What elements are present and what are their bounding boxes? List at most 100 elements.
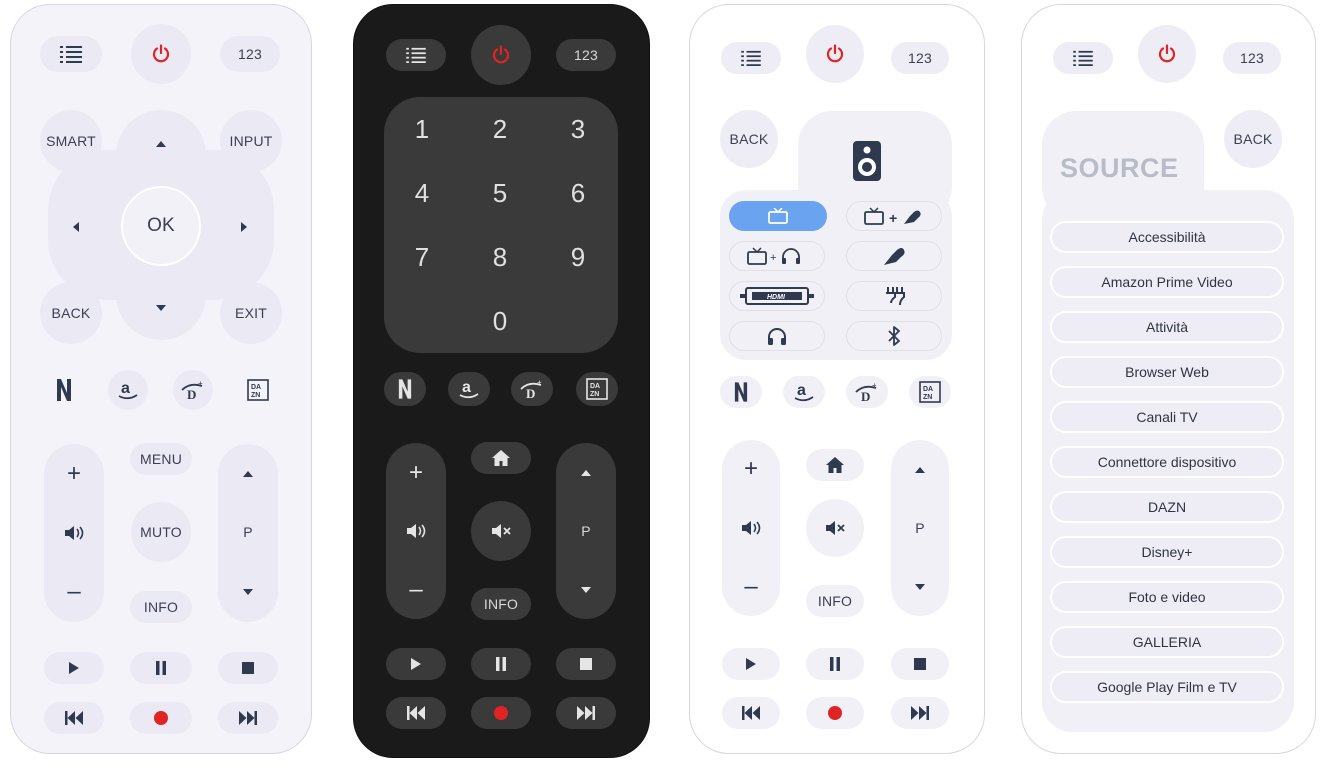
volume-button[interactable]: [735, 512, 767, 544]
source-item-galleria[interactable]: GALLERIA: [1050, 626, 1284, 658]
play-button[interactable]: [722, 648, 780, 680]
mute-button[interactable]: [471, 501, 531, 561]
volume-down-button[interactable]: –: [58, 576, 90, 608]
info-button[interactable]: INFO: [806, 585, 864, 617]
source-item-google-play-film-e-tv[interactable]: Google Play Film e TV: [1050, 671, 1284, 703]
dpad-up-button[interactable]: [146, 132, 176, 156]
forward-button[interactable]: [891, 697, 949, 729]
numbers-button[interactable]: 123: [220, 36, 280, 72]
list-button[interactable]: [721, 42, 781, 74]
info-button[interactable]: INFO: [471, 588, 531, 620]
output-bluetooth-button[interactable]: [846, 321, 942, 351]
mute-button[interactable]: MUTO: [131, 502, 191, 562]
info-button[interactable]: INFO: [130, 591, 192, 623]
volume-up-button[interactable]: +: [735, 453, 767, 485]
amazon-button[interactable]: a: [108, 370, 148, 410]
play-button[interactable]: [44, 652, 104, 684]
pause-button[interactable]: [130, 652, 192, 684]
channel-up-button[interactable]: [570, 459, 602, 487]
volume-up-button[interactable]: +: [400, 457, 432, 489]
dazn-button[interactable]: DA ZN: [238, 370, 278, 410]
home-button[interactable]: [471, 442, 531, 474]
back-button[interactable]: BACK: [1224, 110, 1282, 168]
volume-button[interactable]: [58, 517, 90, 549]
play-button[interactable]: [386, 648, 446, 680]
numpad-key-5[interactable]: 5: [470, 168, 530, 218]
numpad-key-4[interactable]: 4: [392, 168, 452, 218]
dpad-left-button[interactable]: [64, 212, 88, 242]
source-item-accessibilita[interactable]: Accessibilità: [1050, 221, 1284, 253]
volume-button[interactable]: [400, 515, 432, 547]
forward-button[interactable]: [556, 697, 616, 729]
volume-up-button[interactable]: +: [58, 458, 90, 490]
stop-button[interactable]: [218, 652, 278, 684]
output-tv-optical-button[interactable]: +: [846, 201, 942, 231]
numbers-button[interactable]: 123: [556, 39, 616, 71]
disney-button[interactable]: D +: [511, 372, 553, 406]
source-item-browser-web[interactable]: Browser Web: [1050, 356, 1284, 388]
source-item-amazon-prime-video[interactable]: Amazon Prime Video: [1050, 266, 1284, 298]
channel-down-button[interactable]: [904, 573, 936, 601]
list-button[interactable]: [40, 36, 102, 72]
netflix-button[interactable]: [384, 372, 426, 406]
input-button[interactable]: INPUT: [220, 110, 282, 172]
list-button[interactable]: [1053, 42, 1113, 74]
volume-down-button[interactable]: –: [735, 571, 767, 603]
numbers-button[interactable]: 123: [1223, 42, 1281, 74]
rewind-button[interactable]: [722, 697, 780, 729]
output-headphones-button[interactable]: [729, 321, 825, 351]
disney-button[interactable]: D +: [846, 376, 888, 408]
dazn-button[interactable]: DA ZN: [909, 376, 951, 408]
source-item-connettore-dispositivo[interactable]: Connettore dispositivo: [1050, 446, 1284, 478]
dpad-right-button[interactable]: [232, 212, 256, 242]
source-item-foto-e-video[interactable]: Foto e video: [1050, 581, 1284, 613]
source-item-disney-plus[interactable]: Disney+: [1050, 536, 1284, 568]
list-button[interactable]: [386, 39, 446, 71]
numpad-key-6[interactable]: 6: [548, 168, 608, 218]
source-item-dazn[interactable]: DAZN: [1050, 491, 1284, 523]
disney-button[interactable]: D +: [173, 370, 213, 410]
output-rca-button[interactable]: [846, 281, 942, 311]
record-button[interactable]: [130, 702, 192, 734]
home-button[interactable]: [806, 449, 864, 481]
numpad-key-1[interactable]: 1: [392, 104, 452, 154]
back-button[interactable]: BACK: [40, 282, 102, 344]
numpad-key-2[interactable]: 2: [470, 104, 530, 154]
channel-up-button[interactable]: [232, 460, 264, 488]
numpad-key-9[interactable]: 9: [548, 232, 608, 282]
numpad-key-7[interactable]: 7: [392, 232, 452, 282]
pause-button[interactable]: [806, 648, 864, 680]
menu-button[interactable]: MENU: [130, 443, 192, 475]
output-tv-headphones-button[interactable]: +: [729, 241, 825, 271]
numpad-key-0[interactable]: 0: [470, 296, 530, 346]
exit-button[interactable]: EXIT: [220, 282, 282, 344]
back-button[interactable]: BACK: [720, 110, 778, 168]
output-hdmi-button[interactable]: HDMI: [729, 281, 825, 311]
forward-button[interactable]: [218, 702, 278, 734]
stop-button[interactable]: [556, 648, 616, 680]
ok-button[interactable]: OK: [121, 186, 201, 266]
pause-button[interactable]: [471, 648, 531, 680]
channel-up-button[interactable]: [904, 456, 936, 484]
power-button[interactable]: [806, 25, 864, 83]
record-button[interactable]: [471, 697, 531, 729]
rewind-button[interactable]: [386, 697, 446, 729]
dpad-down-button[interactable]: [146, 296, 176, 320]
channel-down-button[interactable]: [232, 578, 264, 606]
record-button[interactable]: [806, 697, 864, 729]
smart-button[interactable]: SMART: [40, 110, 102, 172]
volume-down-button[interactable]: –: [400, 574, 432, 606]
netflix-button[interactable]: [720, 376, 762, 408]
output-tv-button[interactable]: [729, 201, 827, 231]
power-button[interactable]: [1138, 25, 1196, 83]
power-button[interactable]: [131, 24, 191, 84]
output-optical-button[interactable]: [846, 241, 942, 271]
channel-down-button[interactable]: [570, 576, 602, 604]
stop-button[interactable]: [891, 648, 949, 680]
numbers-button[interactable]: 123: [891, 42, 949, 74]
dazn-button[interactable]: DA ZN: [576, 372, 618, 406]
source-item-canali-tv[interactable]: Canali TV: [1050, 401, 1284, 433]
numpad-key-8[interactable]: 8: [470, 232, 530, 282]
power-button[interactable]: [471, 25, 531, 85]
source-item-attivita[interactable]: Attività: [1050, 311, 1284, 343]
